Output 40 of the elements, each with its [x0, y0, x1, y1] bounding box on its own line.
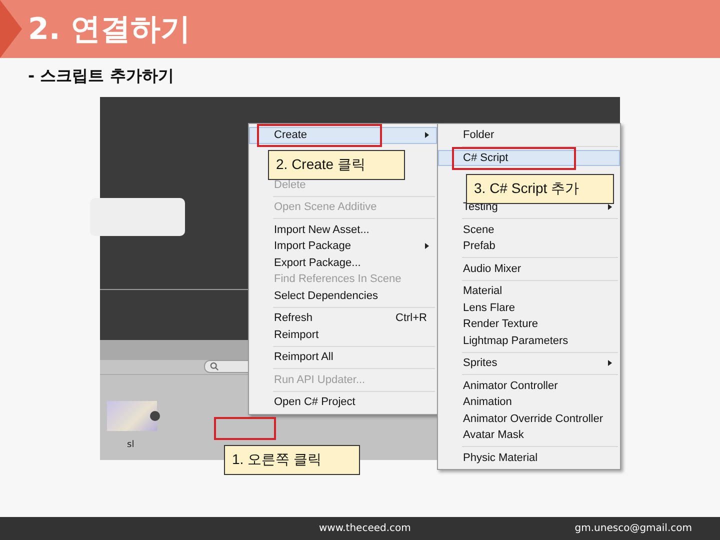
menu-item[interactable]: Material — [438, 283, 620, 300]
menu-item[interactable]: Lightmap Parameters — [438, 332, 620, 349]
search-icon — [210, 362, 219, 371]
submenu-arrow-icon — [425, 132, 429, 138]
menu-item[interactable]: C# Script — [438, 150, 620, 166]
callout-tooltip: 3. C# Script 추가 — [466, 174, 614, 204]
website-text: www.theceed.com — [319, 523, 411, 534]
highlight-frame — [214, 417, 276, 440]
menu-item[interactable]: Reimport — [249, 326, 437, 343]
menu-item[interactable]: Import Package — [249, 238, 437, 254]
email-text: gm.unesco@gmail.com — [574, 523, 692, 534]
menu-item[interactable]: Folder — [438, 127, 620, 144]
menu-item[interactable]: Animator Controller — [438, 378, 620, 394]
menu-item[interactable]: Prefab — [438, 238, 620, 254]
menu-item[interactable]: Avatar Mask — [438, 427, 620, 444]
menu-item[interactable]: Refresh Ctrl+R — [249, 310, 437, 326]
callout-tooltip: 1. 오른쪽 클릭 — [224, 445, 360, 475]
menu-item[interactable]: Export Package... — [249, 254, 437, 271]
shortcut-label: Ctrl+R — [396, 312, 427, 324]
slide-subtitle: - 스크립트 추가하기 — [28, 66, 175, 87]
menu-item[interactable]: Import New Asset... — [249, 222, 437, 238]
menu-item[interactable]: Scene — [438, 222, 620, 238]
asset-thumbnail[interactable] — [107, 401, 157, 431]
menu-item[interactable]: Animation — [438, 394, 620, 410]
menu-item[interactable]: Sprites — [438, 355, 620, 372]
menu-item[interactable]: Reimport All — [249, 349, 437, 366]
asset-label: sl — [127, 440, 134, 450]
chevron-icon — [0, 0, 22, 58]
menu-item[interactable]: Render Texture — [438, 316, 620, 332]
menu-item[interactable]: Audio Mixer — [438, 260, 620, 277]
menu-item[interactable]: Lens Flare — [438, 300, 620, 316]
slide-title: 2. 연결하기 — [28, 10, 191, 48]
menu-item[interactable]: Open C# Project — [249, 394, 437, 410]
submenu-arrow-icon — [425, 243, 429, 250]
callout-tooltip: 2. Create 클릭 — [268, 150, 405, 180]
menu-item[interactable]: Physic Material — [438, 450, 620, 466]
menu-item[interactable]: Select Dependencies — [249, 288, 437, 304]
submenu-arrow-icon — [608, 360, 612, 366]
menu-item[interactable]: Create — [249, 127, 437, 144]
menu-item[interactable]: Animator Override Controller — [438, 410, 620, 427]
